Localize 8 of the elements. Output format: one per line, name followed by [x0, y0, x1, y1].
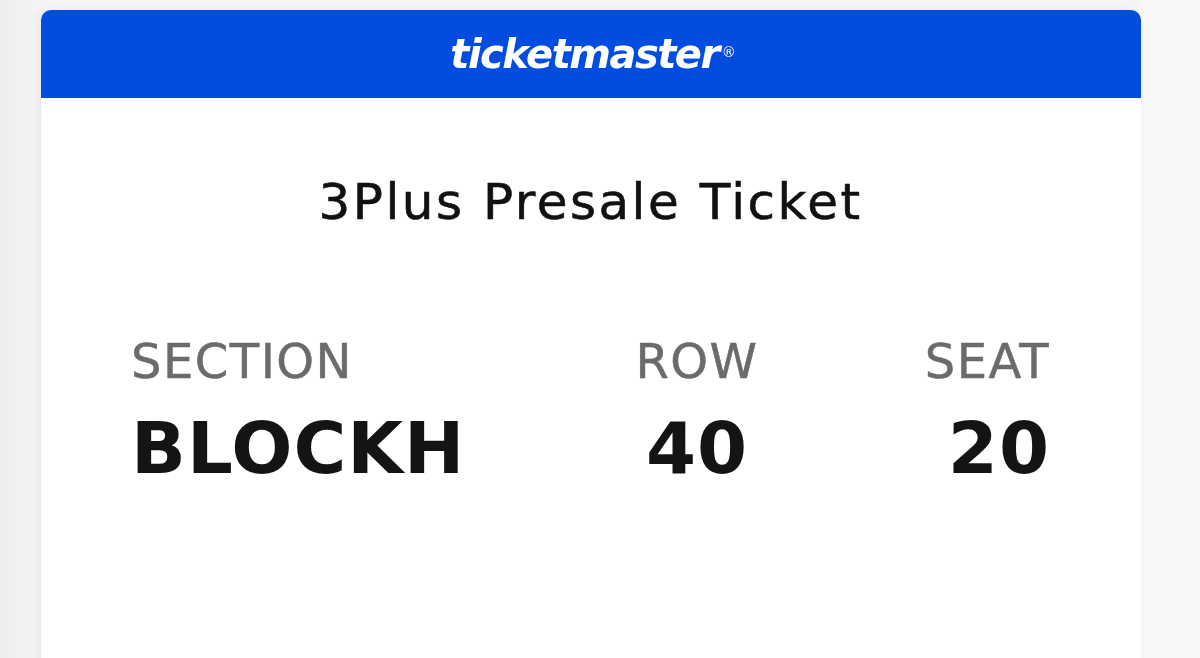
field-value: BLOCKH — [131, 408, 466, 488]
field-value: 40 — [645, 408, 749, 488]
field-label: SECTION — [131, 335, 353, 388]
field-label: SEAT — [924, 335, 1050, 388]
field-label: ROW — [635, 335, 759, 388]
registered-mark: ® — [721, 45, 736, 59]
ticket-title: 3Plus Presale Ticket — [317, 172, 864, 232]
field-value: 20 — [947, 408, 1050, 488]
